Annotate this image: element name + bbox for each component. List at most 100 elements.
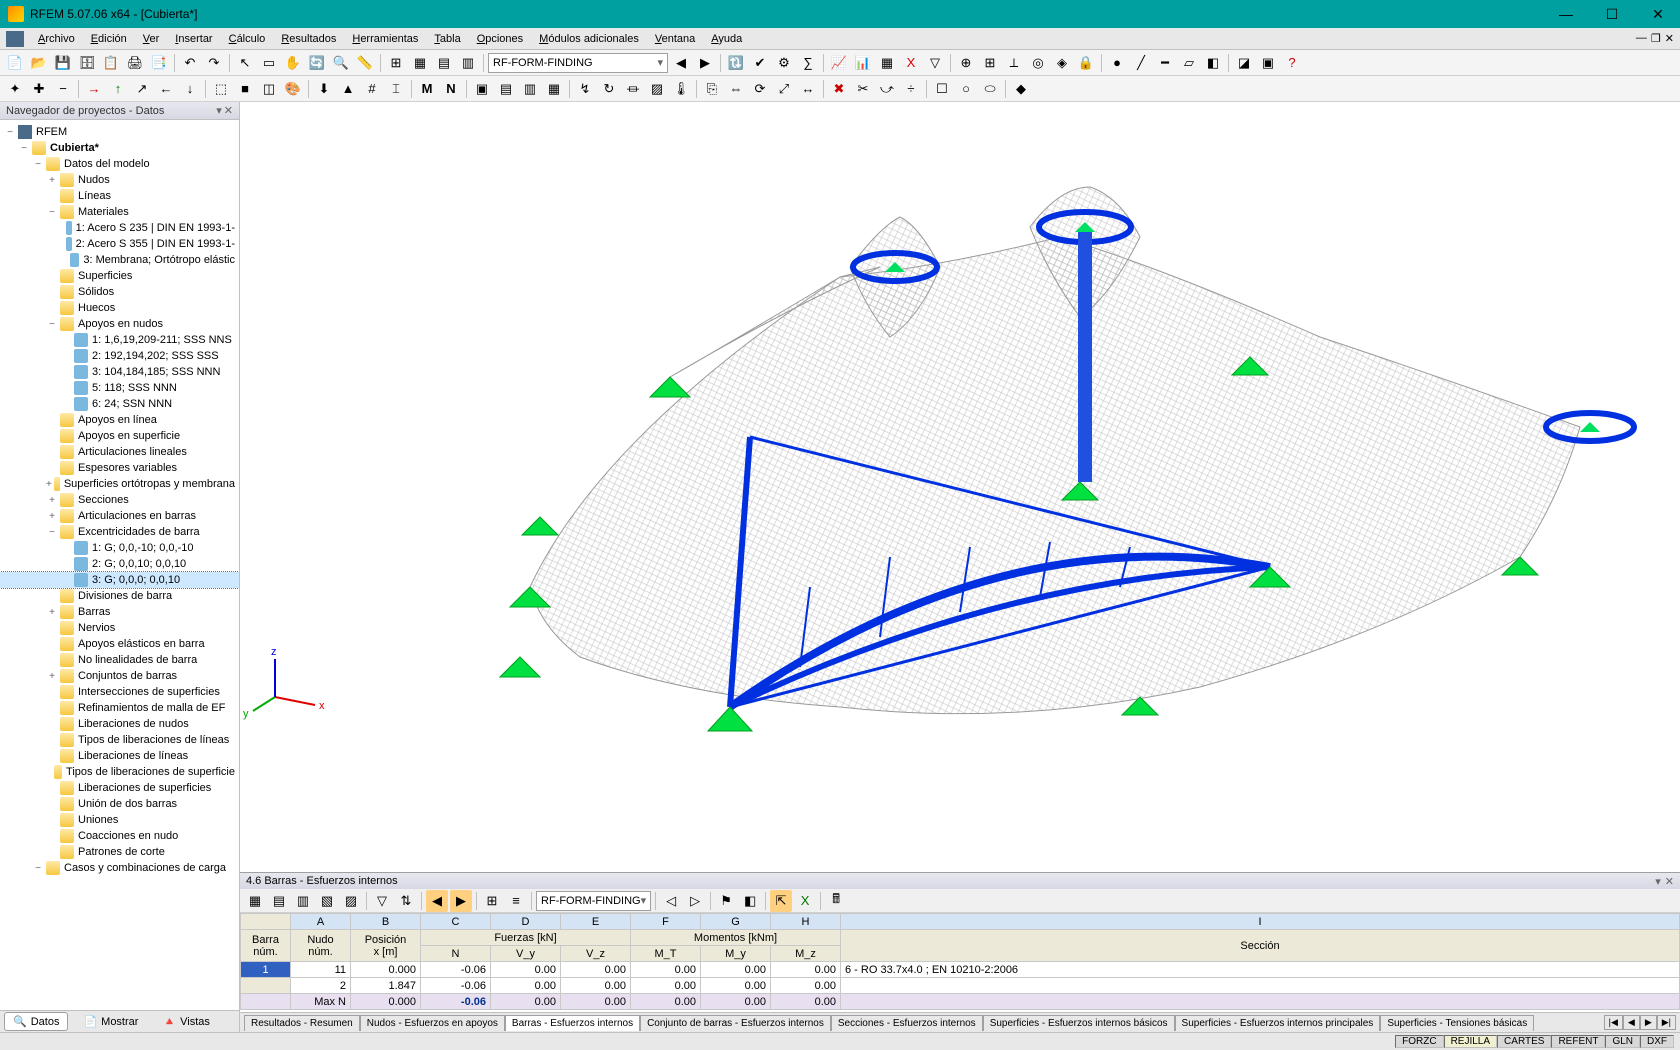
copy-icon[interactable]: 📋 — [100, 52, 122, 74]
undo-icon[interactable]: ↶ — [179, 52, 201, 74]
line-load-icon[interactable]: ⏛ — [622, 78, 644, 100]
solid-view-icon[interactable]: ■ — [234, 78, 256, 100]
tree-item[interactable]: −Excentricidades de barra — [0, 524, 239, 540]
calc-icon[interactable]: ∑ — [797, 52, 819, 74]
tbl-excel-icon[interactable]: X — [794, 890, 816, 912]
divide-icon[interactable]: ÷ — [900, 78, 922, 100]
next-icon[interactable]: ▶ — [694, 52, 716, 74]
tab-prev-icon[interactable]: ◀ — [1623, 1015, 1640, 1030]
obj-snap-icon[interactable]: ◎ — [1027, 52, 1049, 74]
menu-ayuda[interactable]: Ayuda — [703, 31, 750, 47]
minimize-button[interactable]: — — [1552, 6, 1580, 23]
xy-icon[interactable]: ↗ — [131, 78, 153, 100]
table-row[interactable]: 1110.000-0.060.000.000.000.000.006 - RO … — [241, 962, 1680, 978]
stretch-icon[interactable]: ↔ — [797, 78, 819, 100]
cascade-icon[interactable]: ▤ — [433, 52, 455, 74]
tree-item[interactable]: Uniones — [0, 812, 239, 828]
select-icon[interactable]: ▭ — [258, 52, 280, 74]
col-I[interactable]: I — [841, 914, 1680, 930]
scale-icon[interactable]: ⤢ — [773, 78, 795, 100]
tree-item[interactable]: Patrones de corte — [0, 844, 239, 860]
tab-last-icon[interactable]: ▶| — [1657, 1015, 1676, 1030]
moment-icon[interactable]: ↻ — [598, 78, 620, 100]
cube4-icon[interactable]: ▦ — [543, 78, 565, 100]
render-icon[interactable]: 🎨 — [282, 78, 304, 100]
rotate-icon[interactable]: 🔄 — [306, 52, 328, 74]
refresh-icon[interactable]: 🔃 — [725, 52, 747, 74]
tbl-grid-icon[interactable]: ⊞ — [481, 890, 503, 912]
tab-next-icon[interactable]: ▶ — [1640, 1015, 1657, 1030]
grid-icon[interactable]: ⊞ — [979, 52, 1001, 74]
tree-item[interactable]: Superficies — [0, 268, 239, 284]
tree-item[interactable]: 1: G; 0,0,-10; 0,0,-10 — [0, 540, 239, 556]
nav-close-icon[interactable]: ✕ — [224, 104, 233, 117]
tbl-1-icon[interactable]: ▦ — [244, 890, 266, 912]
loadcase-combo[interactable]: RF-FORM-FINDING — [488, 53, 668, 73]
tbl-3-icon[interactable]: ▥ — [292, 890, 314, 912]
panel-tab[interactable]: Secciones - Esfuerzos internos — [831, 1015, 983, 1031]
pointer-icon[interactable]: ↖ — [234, 52, 256, 74]
neg-x-icon[interactable]: ← — [155, 78, 177, 100]
results-grid[interactable]: ABCDEFGHIBarranúm.Nudonúm.Posiciónx [m]F… — [240, 913, 1680, 1012]
mirror-icon[interactable]: ⇔ — [725, 78, 747, 100]
col-G[interactable]: G — [701, 914, 771, 930]
tree-item[interactable]: 3: 104,184,185; SSS NNN — [0, 364, 239, 380]
status-cartes[interactable]: CARTES — [1497, 1035, 1551, 1048]
tbl-2-icon[interactable]: ▤ — [268, 890, 290, 912]
pan-icon[interactable]: ✋ — [282, 52, 304, 74]
lc-next-icon[interactable]: ▷ — [684, 890, 706, 912]
tbl-opt-icon[interactable]: ◧ — [739, 890, 761, 912]
tab-first-icon[interactable]: |◀ — [1604, 1015, 1623, 1030]
nav-tab-datos[interactable]: 🔍Datos — [4, 1012, 68, 1031]
panel-tab[interactable]: Nudos - Esfuerzos en apoyos — [360, 1015, 505, 1031]
col-A[interactable]: A — [291, 914, 351, 930]
menu-ventana[interactable]: Ventana — [647, 31, 703, 47]
panel-pin-icon[interactable]: ▾ — [1655, 875, 1661, 888]
window-icon[interactable]: ⊞ — [385, 52, 407, 74]
tbl-export-icon[interactable]: ⇱ — [770, 890, 792, 912]
tree-item[interactable]: Apoyos en línea — [0, 412, 239, 428]
tree-item[interactable]: 1: Acero S 235 | DIN EN 1993-1- — [0, 220, 239, 236]
col-D[interactable]: D — [491, 914, 561, 930]
col-C[interactable]: C — [421, 914, 491, 930]
tree-item[interactable]: Apoyos elásticos en barra — [0, 636, 239, 652]
check-icon[interactable]: ✔ — [749, 52, 771, 74]
m-icon[interactable]: M — [416, 78, 438, 100]
delete-icon[interactable]: ✖ — [828, 78, 850, 100]
panel-tab[interactable]: Conjunto de barras - Esfuerzos internos — [640, 1015, 831, 1031]
rotate-tool-icon[interactable]: ⟳ — [749, 78, 771, 100]
area-load-icon[interactable]: ▨ — [646, 78, 668, 100]
menu-herramientas[interactable]: Herramientas — [344, 31, 426, 47]
tbl-bars-icon[interactable]: ≡ — [505, 890, 527, 912]
results-icon[interactable]: 📈 — [828, 52, 850, 74]
force-icon[interactable]: ↯ — [574, 78, 596, 100]
preview-icon[interactable]: 📑 — [148, 52, 170, 74]
tree-item[interactable]: Espesores variables — [0, 460, 239, 476]
mdi-system-icon[interactable] — [6, 31, 24, 47]
tree-item[interactable]: Coacciones en nudo — [0, 828, 239, 844]
sphere-icon[interactable]: ○ — [955, 78, 977, 100]
lock-icon[interactable]: 🔒 — [1075, 52, 1097, 74]
x-dir-icon[interactable]: → — [83, 78, 105, 100]
diagram-icon[interactable]: 📊 — [852, 52, 874, 74]
plus-icon[interactable]: ✚ — [28, 78, 50, 100]
tree-item[interactable]: −Datos del modelo — [0, 156, 239, 172]
cyl-icon[interactable]: ⬭ — [979, 78, 1001, 100]
wireframe-icon[interactable]: ⬚ — [210, 78, 232, 100]
tree-item[interactable]: −Apoyos en nudos — [0, 316, 239, 332]
tbl-calc-icon[interactable]: 🖩 — [825, 890, 847, 912]
col-H[interactable]: H — [771, 914, 841, 930]
tree-item[interactable]: Liberaciones de líneas — [0, 748, 239, 764]
maximize-button[interactable]: ☐ — [1598, 6, 1626, 23]
zoom-icon[interactable]: 🔍 — [330, 52, 352, 74]
menu-módulos adicionales[interactable]: Módulos adicionales — [531, 31, 647, 47]
n-icon[interactable]: N — [440, 78, 462, 100]
gear-icon[interactable]: ⚙ — [773, 52, 795, 74]
tree-item[interactable]: Nervios — [0, 620, 239, 636]
tree-item[interactable]: Refinamientos de malla de EF — [0, 700, 239, 716]
new-icon[interactable]: 📄 — [4, 52, 26, 74]
tree-item[interactable]: Intersecciones de superficies — [0, 684, 239, 700]
tbl-filter-icon[interactable]: ▽ — [371, 890, 393, 912]
tree-item[interactable]: +Superficies ortótropas y membrana — [0, 476, 239, 492]
lc-prev-icon[interactable]: ◁ — [660, 890, 682, 912]
